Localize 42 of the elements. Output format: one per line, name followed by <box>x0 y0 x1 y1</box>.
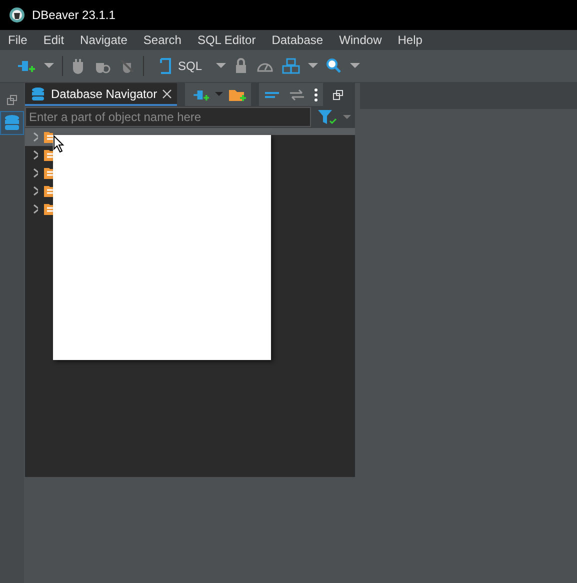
dropdown-caret-icon[interactable] <box>343 114 351 120</box>
link-arrows-icon[interactable] <box>289 88 306 100</box>
dropdown-caret-icon[interactable] <box>215 92 224 97</box>
dropdown-caret-icon[interactable] <box>44 63 54 69</box>
folder-database-icon <box>44 149 53 161</box>
sql-script-icon <box>158 58 172 74</box>
database-icon[interactable] <box>0 111 24 135</box>
window-title: DBeaver 23.1.1 <box>32 8 116 22</box>
folder-database-icon <box>44 167 53 179</box>
restore-icon[interactable] <box>7 95 17 105</box>
plug-off-icon[interactable] <box>119 58 135 74</box>
sql-editor-button[interactable]: SQL <box>152 58 208 74</box>
menu-item[interactable]: Edit <box>35 33 72 47</box>
dropdown-caret-icon[interactable] <box>350 63 360 69</box>
search-field[interactable]: Enter a part of object name here <box>25 107 311 127</box>
menu-item[interactable]: Search <box>135 33 190 47</box>
menu-item[interactable]: SQL Editor <box>189 33 264 47</box>
database-navigator-tab[interactable]: Database Navigator <box>25 83 178 106</box>
restore-icon[interactable] <box>333 90 344 100</box>
plug-icon[interactable] <box>71 58 85 74</box>
lock-icon[interactable] <box>234 58 248 74</box>
close-icon[interactable] <box>162 88 172 98</box>
menu-item[interactable]: File <box>0 33 36 47</box>
filter-icon[interactable] <box>317 109 337 125</box>
folder-database-icon <box>44 185 53 197</box>
boxes-icon[interactable] <box>282 58 300 74</box>
database-icon <box>30 86 46 102</box>
menu-item[interactable]: Navigate <box>72 33 136 47</box>
menu-item[interactable]: Help <box>390 33 430 47</box>
tab-label: Database Navigator <box>51 86 158 100</box>
search-icon[interactable] <box>326 58 342 74</box>
menu-item[interactable]: Database <box>264 33 332 47</box>
more-icon[interactable] <box>314 88 318 102</box>
collapse-icon[interactable] <box>264 90 280 100</box>
dropdown-caret-icon[interactable] <box>216 63 226 69</box>
folder-database-icon <box>44 131 53 143</box>
mouse-cursor-icon <box>53 135 65 153</box>
menu-item[interactable]: Window <box>331 33 390 47</box>
folder-database-icon <box>44 203 53 215</box>
dropdown-caret-icon[interactable] <box>308 63 318 69</box>
tree-item[interactable] <box>25 128 53 146</box>
beaver-logo-icon <box>9 7 25 23</box>
